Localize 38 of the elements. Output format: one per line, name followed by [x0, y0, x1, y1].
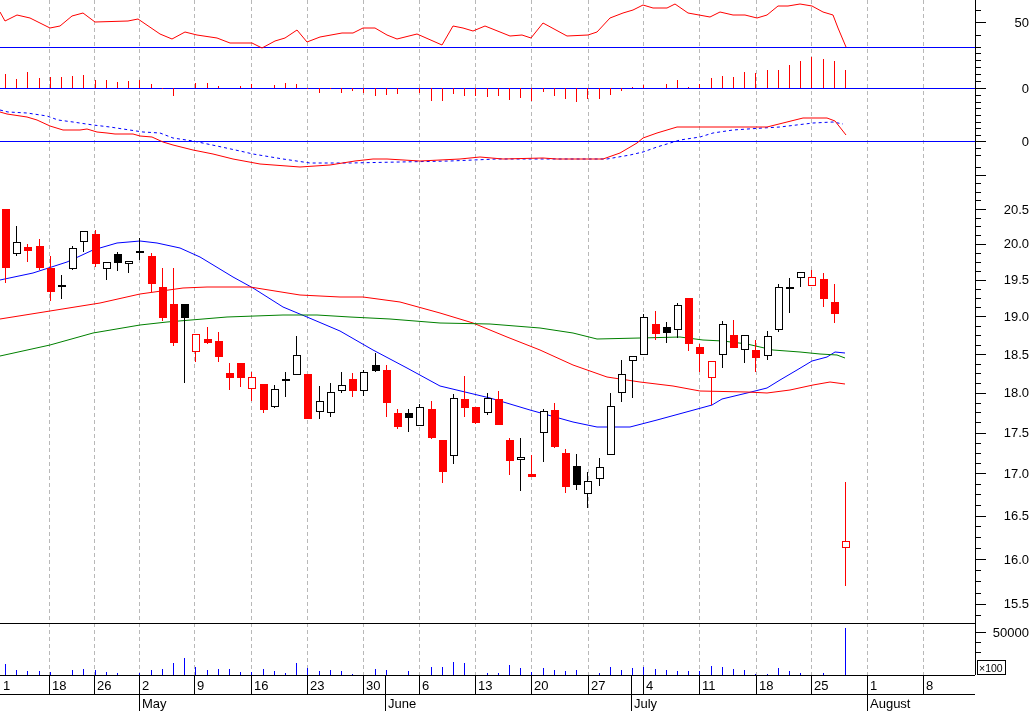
date-label: 27	[591, 678, 606, 693]
date-label: 4	[646, 678, 654, 693]
date-label: 16	[254, 678, 269, 693]
date-label: 18	[759, 678, 774, 693]
axis-label: 19.0	[1003, 308, 1029, 324]
axis-label: 16.0	[1003, 551, 1029, 567]
month-label: June	[388, 696, 417, 711]
date-label: 18	[52, 678, 67, 693]
date-label: 26	[97, 678, 112, 693]
date-label: 9	[197, 678, 205, 693]
axis-label: 17.5	[1003, 425, 1029, 440]
month-label: July	[634, 696, 658, 711]
date-label: 6	[422, 678, 430, 693]
axis-label: 17.0	[1003, 465, 1029, 481]
date-label: 25	[814, 678, 829, 693]
date-label: 11	[702, 678, 716, 693]
date-label: 13	[478, 678, 493, 693]
date-label: 1	[3, 678, 11, 693]
date-label: 8	[926, 678, 934, 693]
axis-label: 20.0	[1003, 236, 1029, 252]
date-label: 2	[142, 678, 150, 693]
axis-label: 19.5	[1003, 272, 1029, 288]
month-label: August	[870, 696, 911, 711]
scale-label: ×100	[977, 660, 1006, 675]
date-label: 23	[310, 678, 325, 693]
month-label: May	[142, 696, 167, 711]
axis-label: 50000	[992, 624, 1029, 640]
date-label: 20	[534, 678, 549, 693]
axis-label: 18.0	[1003, 385, 1029, 401]
axis-label: 16.5	[1003, 508, 1029, 524]
axis-label: 50	[1014, 14, 1029, 30]
axis-label: 0	[1021, 133, 1029, 149]
axis-label: 18.5	[1003, 346, 1029, 362]
axis-label: 0	[1021, 80, 1029, 96]
date-label: 30	[366, 678, 381, 693]
axis-label: 20.5	[1003, 201, 1029, 217]
axis-label: 15.5	[1003, 596, 1029, 612]
date-label: 1	[870, 678, 878, 693]
